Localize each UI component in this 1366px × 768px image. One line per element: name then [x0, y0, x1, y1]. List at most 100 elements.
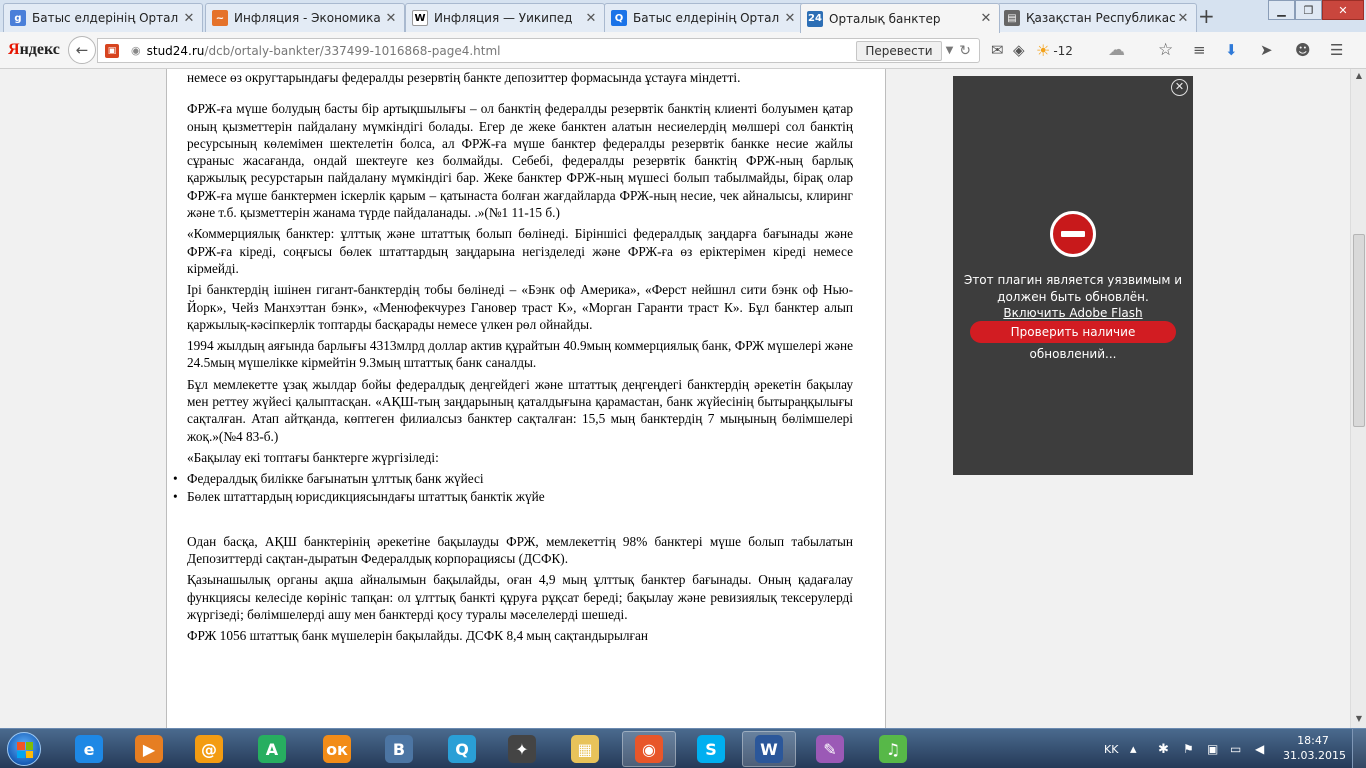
- qip-icon: Q: [448, 735, 476, 763]
- green-app-icon: A: [258, 735, 286, 763]
- close-window-button[interactable]: ✕: [1322, 0, 1364, 20]
- internet-explorer-icon: e: [75, 735, 103, 763]
- browser-tab[interactable]: ~ Инфляция - Экономика ✕: [205, 3, 405, 32]
- tab-label: Батыс елдерінің Ортал: [633, 11, 780, 25]
- url-text[interactable]: stud24.ru/dcb/ortaly-bankter/337499-1016…: [147, 44, 857, 58]
- taskbar-app-button[interactable]: e: [62, 731, 116, 767]
- weather-icon: ☀: [1036, 41, 1051, 60]
- list-item-text: Федералдық билікке бағынатын ұлттық банк…: [187, 471, 484, 487]
- paint-icon: ✎: [816, 735, 844, 763]
- wikipedia-icon: W: [412, 10, 428, 26]
- taskbar-app-button[interactable]: ◉: [622, 731, 676, 767]
- network-icon[interactable]: ✱: [1158, 729, 1169, 768]
- back-button[interactable]: ←: [68, 36, 96, 64]
- document-paragraph: 1994 жылдың аяғында барлығы 4313млрд дол…: [187, 338, 853, 371]
- taskbar-app-button[interactable]: W: [742, 731, 796, 767]
- taskbar-app-button[interactable]: ♫: [866, 731, 920, 767]
- taskbar-app-button[interactable]: S: [684, 731, 738, 767]
- chart-icon: ~: [212, 10, 228, 26]
- close-tab-icon[interactable]: ✕: [384, 11, 398, 26]
- address-bar[interactable]: ▣ ◉ stud24.ru/dcb/ortaly-bankter/337499-…: [97, 38, 980, 63]
- menu-icon[interactable]: ≡: [1193, 41, 1206, 59]
- start-button[interactable]: [7, 732, 41, 766]
- document-paragraph: Бұл мемлекетте ұзақ жылдар бойы федералд…: [187, 376, 853, 444]
- site-info-icon[interactable]: ◉: [131, 44, 141, 57]
- tab-label: Инфляция - Экономика: [234, 11, 381, 25]
- taskbar-app-button[interactable]: @: [182, 731, 236, 767]
- taskbar-app-button[interactable]: ок: [310, 731, 364, 767]
- display-icon[interactable]: ▭: [1230, 729, 1241, 768]
- close-tab-icon[interactable]: ✕: [1176, 11, 1190, 26]
- enable-flash-link[interactable]: Включить Adobe Flash: [953, 306, 1193, 320]
- taskbar-app-button[interactable]: A: [245, 731, 299, 767]
- show-desktop-button[interactable]: [1352, 729, 1366, 768]
- weather-widget[interactable]: ☀ -12: [1036, 41, 1073, 60]
- maximize-button[interactable]: ❐: [1295, 0, 1322, 20]
- windows-logo-icon: [17, 742, 33, 758]
- yandex-logo[interactable]: Яндекс: [8, 41, 60, 59]
- taskbar-app-button[interactable]: Q: [435, 731, 489, 767]
- odnoklassniki-icon: ок: [323, 735, 351, 763]
- document-text: немесе өз округтарындағы федералды резер…: [173, 69, 853, 649]
- taskbar-app-button[interactable]: ▶: [122, 731, 176, 767]
- system-clock[interactable]: 18:47 31.03.2015: [1283, 733, 1346, 763]
- volume-icon[interactable]: ◀: [1255, 729, 1264, 768]
- send-icon[interactable]: ➤: [1260, 41, 1273, 59]
- media-player-icon: ▶: [135, 735, 163, 763]
- close-tab-icon[interactable]: ✕: [182, 11, 196, 26]
- browser-tab[interactable]: ▤ Қазақстан Республикас ✕: [997, 3, 1197, 32]
- music-icon: ♫: [879, 735, 907, 763]
- device-icon[interactable]: ▣: [1207, 729, 1218, 768]
- page-content: немесе өз округтарындағы федералды резер…: [0, 69, 1350, 728]
- scroll-down-icon[interactable]: ▼: [1351, 714, 1366, 723]
- browser-tab[interactable]: Q Батыс елдерінің Ортал ✕: [604, 3, 804, 32]
- bookmark-star-icon[interactable]: ☆: [1158, 41, 1173, 59]
- file-explorer-icon: ▦: [571, 735, 599, 763]
- document-paragraph: ФРЖ-ға мүше болудың басты бір артықшылығ…: [187, 101, 853, 221]
- page-scroll-thumb[interactable]: [1353, 234, 1365, 427]
- page-scrollbar[interactable]: ▲ ▼: [1350, 69, 1366, 728]
- browser-tab-strip: g Батыс елдерінің Ортал ✕ ~ Инфляция - Эконо…: [0, 0, 1366, 33]
- blocked-plugin-icon: [1050, 211, 1096, 257]
- taskbar-app-button[interactable]: ✦: [495, 731, 549, 767]
- bullet-icon: •: [173, 471, 178, 487]
- document-paragraph: «Коммерциялық банктер: ұлттық және штатт…: [187, 226, 853, 276]
- minimize-button[interactable]: ▁: [1268, 0, 1295, 20]
- close-tab-icon[interactable]: ✕: [783, 11, 797, 26]
- browser-tab[interactable]: g Батыс елдерінің Ортал ✕: [3, 3, 203, 32]
- document-paragraph: «Бақылау екі топтағы банктерге жүргізіле…: [187, 449, 439, 465]
- close-icon[interactable]: ✕: [1171, 79, 1188, 96]
- tab-label: Қазақстан Республикас: [1026, 11, 1176, 25]
- taskbar-app-button[interactable]: B: [372, 731, 426, 767]
- windows-taskbar: e ▶ @ Aок B Q ✦ ▦ ◉ S W ✎ ♫ KK ▴ ✱ ⚑ ▣ ▭ ◀ 18:47 31.…: [0, 728, 1366, 768]
- flash-plugin-blocked-panel: ✕ Этот плагин является уязвимым и должен…: [953, 76, 1193, 475]
- taskbar-app-button[interactable]: ✎: [803, 731, 857, 767]
- vkontakte-icon: B: [385, 735, 413, 763]
- mail-icon[interactable]: ✉: [991, 41, 1004, 59]
- close-tab-icon[interactable]: ✕: [584, 11, 598, 26]
- browser-tab[interactable]: 24 Орталық банктер ✕: [800, 3, 1000, 33]
- download-icon[interactable]: ⬇: [1225, 41, 1238, 59]
- tab-label: Батыс елдерінің Ортал: [32, 11, 179, 25]
- close-tab-icon[interactable]: ✕: [979, 11, 993, 26]
- reload-icon[interactable]: ↻: [959, 43, 971, 59]
- browser-tab[interactable]: W Инфляция — Уикипед ✕: [405, 3, 605, 32]
- flag-icon[interactable]: ⚑: [1183, 729, 1194, 768]
- arrow-left-icon: ←: [75, 41, 89, 59]
- tray-chevron-icon[interactable]: ▴: [1130, 729, 1137, 768]
- translate-button[interactable]: Перевести: [856, 40, 942, 61]
- scroll-up-icon[interactable]: ▲: [1351, 71, 1366, 80]
- chevron-down-icon[interactable]: ▼: [946, 45, 954, 56]
- hamburger-menu-icon[interactable]: ☰: [1330, 41, 1343, 59]
- cloud-icon[interactable]: ☁: [1108, 41, 1125, 59]
- new-tab-button[interactable]: +: [1198, 6, 1215, 26]
- list-item-text: Бөлек штаттардың юрисдикциясындағы штатт…: [187, 488, 545, 504]
- taskbar-app-button[interactable]: ▦: [558, 731, 612, 767]
- document-paragraph: Одан басқа, АҚШ банктерінің әрекетіне ба…: [187, 533, 853, 567]
- check-updates-button[interactable]: Проверить наличие обновлений...: [970, 321, 1176, 361]
- smile-icon[interactable]: ☻: [1295, 41, 1311, 59]
- language-indicator[interactable]: KK: [1104, 729, 1118, 768]
- social-icon[interactable]: ◈: [1013, 41, 1025, 59]
- plugin-warning-message: Этот плагин является уязвимым и должен б…: [963, 273, 1183, 304]
- site-icon: 24: [807, 10, 823, 27]
